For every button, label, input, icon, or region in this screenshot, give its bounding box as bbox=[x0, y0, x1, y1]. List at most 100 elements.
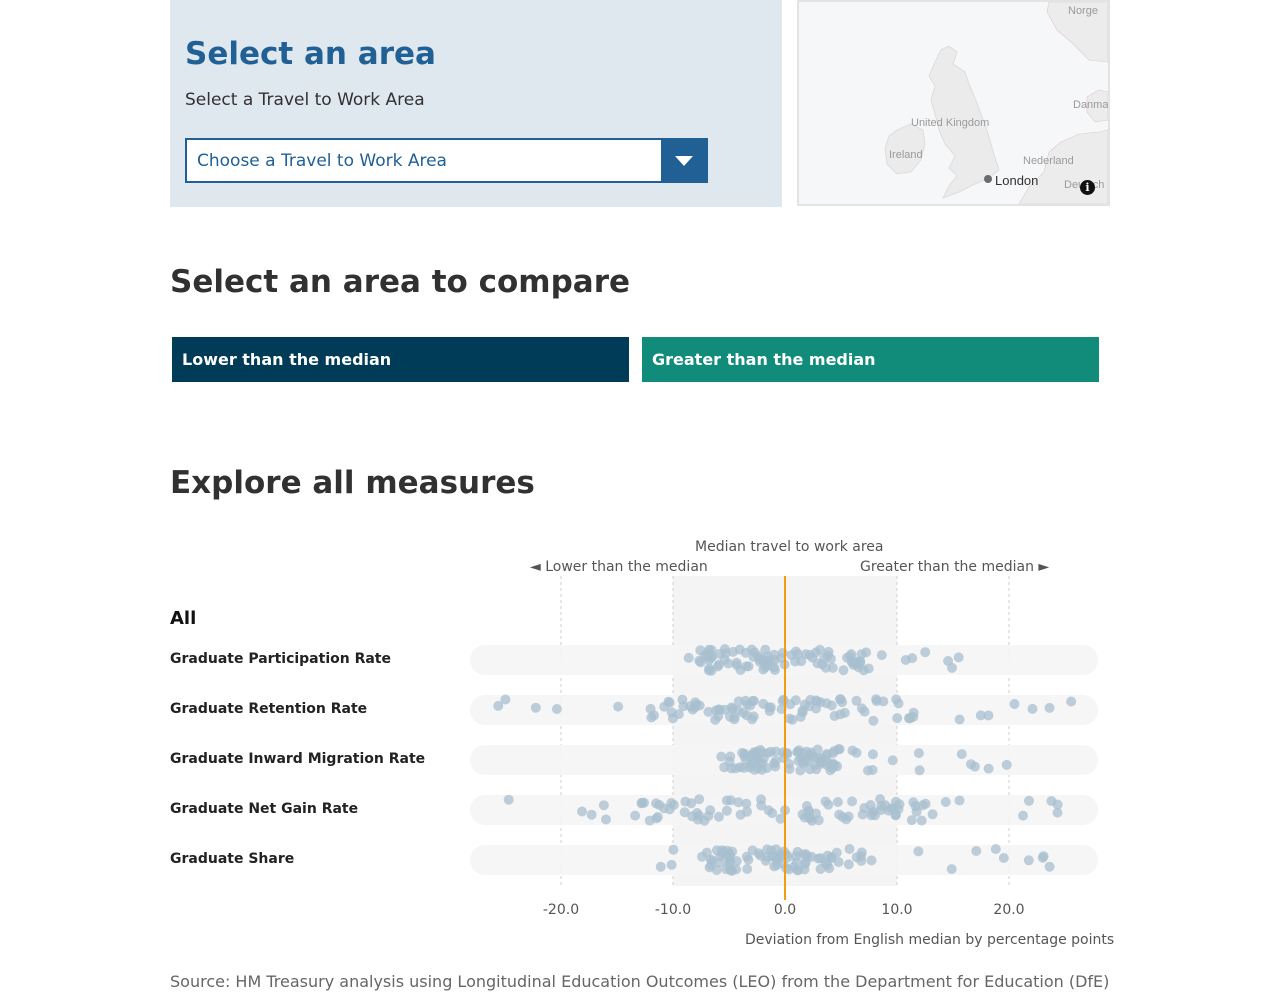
data-point bbox=[733, 797, 744, 808]
data-point bbox=[751, 752, 762, 763]
dropdown-toggle-button[interactable] bbox=[661, 140, 706, 181]
data-point bbox=[659, 701, 670, 712]
data-point bbox=[856, 855, 867, 866]
data-point bbox=[863, 765, 873, 776]
data-point bbox=[1038, 851, 1049, 862]
data-point bbox=[998, 853, 1009, 863]
data-point bbox=[821, 750, 832, 761]
data-point bbox=[1023, 855, 1034, 866]
data-point bbox=[666, 859, 677, 870]
data-point bbox=[776, 653, 787, 664]
data-point bbox=[775, 813, 786, 824]
data-point bbox=[753, 848, 764, 859]
data-point bbox=[798, 758, 809, 769]
lower-than-median-button[interactable]: Lower than the median bbox=[172, 337, 629, 382]
data-point bbox=[710, 705, 721, 716]
data-point bbox=[946, 864, 957, 875]
data-point bbox=[817, 757, 828, 768]
data-point bbox=[776, 704, 787, 715]
data-point bbox=[757, 758, 768, 769]
data-point bbox=[798, 748, 809, 759]
x-tick-label: 20.0 bbox=[993, 902, 1024, 918]
data-point bbox=[630, 810, 641, 821]
data-point bbox=[771, 844, 781, 855]
data-point bbox=[746, 759, 757, 770]
data-point bbox=[799, 812, 810, 823]
data-point bbox=[735, 809, 746, 820]
data-point bbox=[826, 700, 837, 711]
data-point bbox=[844, 844, 855, 854]
data-point bbox=[856, 703, 867, 714]
data-point bbox=[742, 864, 753, 874]
data-point bbox=[871, 694, 882, 705]
london-marker[interactable] bbox=[984, 175, 992, 183]
data-point bbox=[687, 704, 698, 715]
data-point bbox=[493, 700, 504, 711]
data-point bbox=[806, 851, 817, 862]
data-point bbox=[726, 865, 737, 876]
data-point bbox=[758, 698, 769, 709]
data-point bbox=[975, 710, 986, 721]
data-point bbox=[745, 700, 756, 711]
data-point bbox=[890, 810, 901, 821]
data-point bbox=[703, 665, 714, 676]
data-point bbox=[894, 799, 905, 810]
info-icon[interactable]: i bbox=[1080, 180, 1095, 195]
data-point bbox=[820, 858, 831, 869]
map-label-ireland: Ireland bbox=[889, 149, 923, 161]
x-tick-label: -10.0 bbox=[655, 902, 691, 918]
data-point bbox=[704, 644, 715, 655]
data-point bbox=[943, 656, 954, 666]
data-point bbox=[721, 795, 732, 806]
greater-than-median-note: Greater than the median ► bbox=[860, 559, 1050, 575]
data-point bbox=[756, 654, 767, 665]
data-point bbox=[792, 747, 803, 757]
data-point bbox=[916, 815, 927, 826]
data-point bbox=[733, 705, 744, 716]
data-point bbox=[827, 662, 838, 673]
data-point bbox=[760, 662, 771, 673]
data-point bbox=[693, 814, 703, 825]
travel-to-work-area-dropdown[interactable]: Choose a Travel to Work Area bbox=[185, 138, 708, 183]
data-point bbox=[758, 753, 769, 764]
data-point bbox=[784, 764, 795, 774]
data-point bbox=[826, 852, 837, 862]
dropdown-placeholder: Choose a Travel to Work Area bbox=[197, 150, 447, 171]
data-point bbox=[769, 758, 780, 769]
data-point bbox=[724, 863, 735, 874]
data-point bbox=[886, 803, 897, 814]
data-point bbox=[751, 746, 762, 757]
area-map[interactable]: Norge Danma United Kingdom Ireland Neder… bbox=[797, 0, 1110, 206]
data-point bbox=[704, 862, 715, 873]
data-point bbox=[754, 653, 765, 664]
data-point bbox=[832, 797, 843, 807]
data-point bbox=[799, 699, 810, 710]
data-point bbox=[718, 846, 729, 857]
data-point bbox=[731, 657, 742, 668]
data-point bbox=[833, 857, 844, 868]
data-point bbox=[719, 704, 730, 715]
data-point bbox=[756, 747, 767, 758]
greater-than-median-button[interactable]: Greater than the median bbox=[642, 337, 1099, 382]
x-axis-label: Deviation from English median by percent… bbox=[745, 932, 1115, 948]
data-point bbox=[823, 799, 834, 810]
data-point bbox=[775, 849, 786, 860]
data-point bbox=[828, 758, 838, 769]
data-point bbox=[755, 745, 766, 755]
data-point bbox=[786, 650, 797, 661]
data-point bbox=[793, 865, 804, 876]
data-point bbox=[714, 648, 725, 659]
data-point bbox=[858, 665, 869, 676]
data-point bbox=[725, 795, 736, 806]
data-point bbox=[867, 765, 878, 775]
data-point bbox=[788, 861, 799, 872]
data-point bbox=[853, 662, 864, 673]
measure-label: Graduate Share bbox=[170, 851, 295, 867]
data-point bbox=[690, 697, 701, 708]
data-point bbox=[713, 704, 724, 715]
data-point bbox=[777, 696, 788, 706]
data-point bbox=[841, 814, 852, 825]
data-point bbox=[712, 661, 723, 672]
data-point bbox=[1024, 795, 1034, 806]
map-label-norge: Norge bbox=[1068, 5, 1098, 17]
